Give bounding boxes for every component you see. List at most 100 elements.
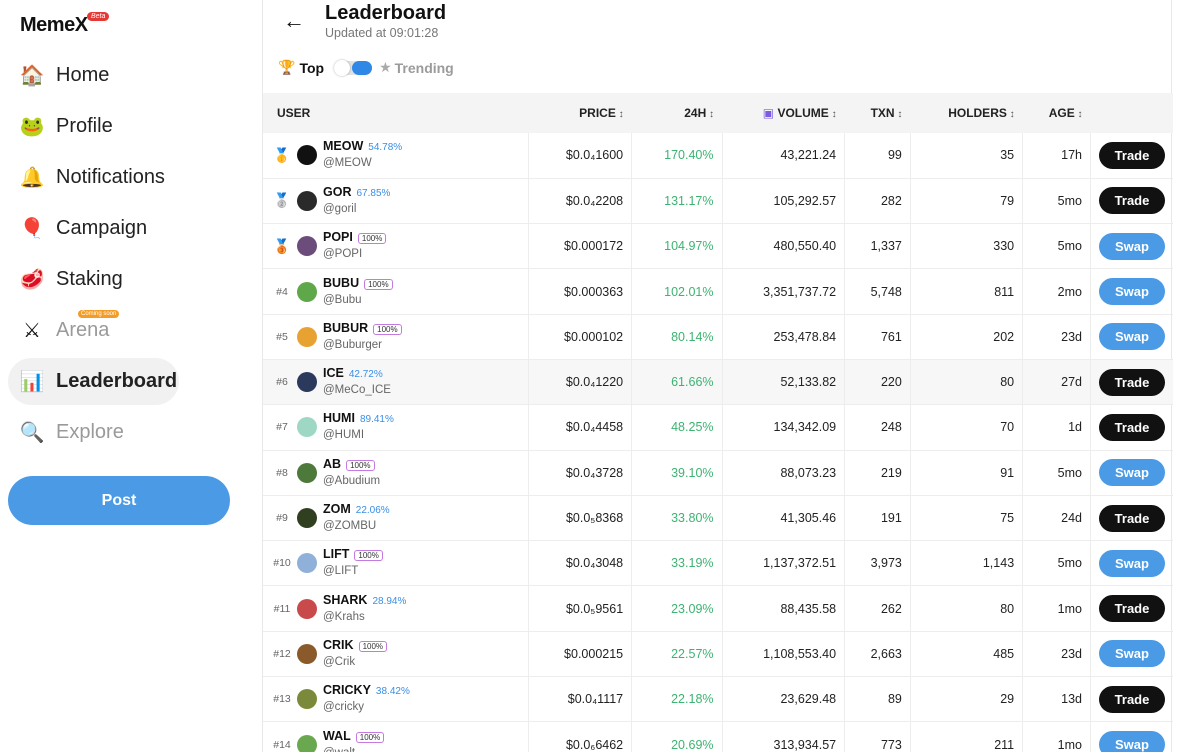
token-avatar[interactable] (297, 372, 317, 393)
token-handle[interactable]: @Abudium (323, 475, 380, 487)
token-avatar[interactable] (297, 326, 317, 347)
trade-button[interactable]: Trade (1099, 141, 1165, 169)
back-arrow-icon[interactable]: ← (283, 8, 305, 34)
token-handle[interactable]: @Krahs (323, 611, 365, 623)
post-button[interactable]: Post (8, 476, 230, 525)
token-handle[interactable]: @LIFT (323, 565, 358, 577)
trade-button[interactable]: Trade (1099, 685, 1165, 713)
token-avatar[interactable] (297, 598, 317, 619)
swap-button[interactable]: Swap (1099, 549, 1165, 577)
top-trending-switch[interactable] (334, 59, 373, 76)
sidebar-item-staking[interactable]: 🥩 Staking (8, 256, 248, 303)
column-txn[interactable]: TXN (845, 93, 911, 133)
txn-cell: 89 (844, 676, 911, 722)
trade-button[interactable]: Trade (1099, 413, 1165, 441)
token-handle[interactable]: @Buburger (323, 339, 382, 351)
token-symbol[interactable]: MEOW (323, 139, 363, 153)
token-avatar[interactable] (297, 689, 317, 710)
swap-button[interactable]: Swap (1099, 640, 1165, 668)
user-cell: #10 LIFT 100% @LIFT (263, 540, 529, 586)
token-symbol[interactable]: AB (323, 457, 341, 471)
token-handle[interactable]: @POPI (323, 248, 362, 260)
token-avatar[interactable] (297, 417, 317, 438)
swap-button[interactable]: Swap (1099, 459, 1165, 487)
token-handle[interactable]: @HUMI (323, 429, 364, 441)
token-handle[interactable]: @Bubu (323, 294, 362, 306)
action-cell: Trade (1091, 677, 1174, 722)
trade-button[interactable]: Trade (1099, 368, 1165, 396)
token-symbol[interactable]: GOR (323, 185, 351, 199)
table-row[interactable]: #12 CRIK 100% @Crik $0.000215 22.57% 1,108,553… (263, 631, 1173, 677)
table-row[interactable]: #10 LIFT 100% @LIFT $0.0₄3048 33.19% 1,137,372… (263, 540, 1173, 586)
swap-button[interactable]: Swap (1099, 232, 1165, 260)
token-symbol[interactable]: HUMI (323, 411, 355, 425)
sidebar-item-leaderboard[interactable]: 📊 Leaderboard (8, 358, 179, 405)
sidebar-item-profile[interactable]: 🐸 Profile (8, 103, 248, 150)
token-avatar[interactable] (297, 643, 317, 664)
sidebar-item-home[interactable]: 🏠 Home (8, 52, 248, 99)
txn-cell: 191 (844, 495, 911, 541)
token-avatar[interactable] (297, 734, 317, 752)
table-row[interactable]: #6 ICE 42.72% @MeCo_ICE $0.0₄1220 61.66% 52,13… (263, 359, 1173, 405)
table-row[interactable]: 🥉 POPI 100% @POPI $0.000172 104.97% 480,550.40… (263, 223, 1173, 269)
swap-button[interactable]: Swap (1099, 731, 1165, 752)
trending-label[interactable]: Trending (395, 60, 454, 76)
token-badge: 100% (364, 278, 393, 290)
table-row[interactable]: #8 AB 100% @Abudium $0.0₄3728 39.10% 88,073.23… (263, 450, 1173, 496)
token-symbol[interactable]: ICE (323, 366, 344, 380)
sidebar-item-arena[interactable]: ⚔ Arena Coming soon (8, 307, 248, 354)
trade-button[interactable]: Trade (1099, 504, 1165, 532)
token-symbol[interactable]: ZOM (323, 502, 351, 516)
column-24h[interactable]: 24H (632, 93, 722, 133)
token-avatar[interactable] (297, 145, 317, 166)
table-row[interactable]: #5 BUBUR 100% @Buburger $0.000102 80.14% 253,4… (263, 314, 1173, 360)
table-row[interactable]: #4 BUBU 100% @Bubu $0.000363 102.01% 3,351,737… (263, 268, 1173, 315)
price-cell: $0.0₄1600 (528, 133, 633, 179)
sidebar-item-explore[interactable]: 🔍 Explore (8, 409, 248, 456)
column-price[interactable]: PRICE (528, 93, 632, 133)
trade-button[interactable]: Trade (1099, 187, 1165, 215)
token-symbol[interactable]: POPI (323, 230, 353, 244)
token-symbol[interactable]: WAL (323, 729, 351, 743)
top-label[interactable]: Top (299, 60, 324, 76)
table-row[interactable]: 🥈 GOR 67.85% @goril $0.0₄2208 131.17% 105,292.… (263, 178, 1173, 224)
token-handle[interactable]: @goril (323, 203, 356, 215)
token-handle[interactable]: @MEOW (323, 157, 372, 169)
trade-button[interactable]: Trade (1099, 595, 1165, 623)
swap-button[interactable]: Swap (1099, 323, 1165, 351)
table-row[interactable]: #13 CRICKY 38.42% @cricky $0.0₄1117 22.18% 23,… (263, 676, 1174, 722)
column-holders[interactable]: HOLDERS (910, 93, 1022, 133)
trophy-icon: 🏆 (278, 59, 296, 75)
token-avatar[interactable] (297, 462, 317, 483)
table-header-row: USER PRICE 24H ▣ VOLUME TXN HOLDERS AGE (263, 93, 1173, 133)
token-avatar[interactable] (297, 553, 317, 574)
column-age[interactable]: AGE (1023, 93, 1091, 133)
memex-logo[interactable]: MemeX (20, 14, 88, 37)
holders-cell: 79 (910, 178, 1024, 224)
token-handle[interactable]: @Crik (323, 656, 355, 668)
sidebar-item-campaign[interactable]: 🎈 Campaign (8, 205, 248, 252)
token-handle[interactable]: @MeCo_ICE (323, 384, 391, 396)
token-avatar[interactable] (297, 236, 317, 257)
table-row[interactable]: #7 HUMI 89.41% @HUMI $0.0₄4458 48.25% 134,342.… (263, 404, 1173, 451)
token-handle[interactable]: @walt (323, 747, 355, 752)
table-row[interactable]: #11 SHARK 28.94% @Krahs $0.0₅9561 23.09% 88,43… (263, 585, 1173, 632)
token-handle[interactable]: @cricky (323, 701, 364, 713)
token-avatar[interactable] (297, 190, 317, 211)
updated-timestamp: Updated at 09:01:28 (325, 26, 439, 40)
token-symbol[interactable]: BUBUR (323, 321, 368, 335)
table-row[interactable]: #9 ZOM 22.06% @ZOMBU $0.0₅8368 33.80% 41,305.4… (263, 495, 1173, 541)
token-avatar[interactable] (297, 281, 317, 302)
token-handle[interactable]: @ZOMBU (323, 520, 376, 532)
token-symbol[interactable]: SHARK (323, 593, 367, 607)
table-row[interactable]: #14 WAL 100%@walt $0.0₆646220.69%313,934.57… (263, 721, 1173, 752)
table-row[interactable]: 🥇 MEOW 54.78% @MEOW $0.0₄1600 170.40% 43,221.2… (263, 133, 1173, 179)
token-symbol[interactable]: CRIK (323, 638, 354, 652)
token-symbol[interactable]: CRICKY (323, 683, 371, 697)
swap-button[interactable]: Swap (1099, 278, 1165, 306)
column-volume[interactable]: ▣ VOLUME (722, 93, 845, 133)
token-symbol[interactable]: LIFT (323, 547, 349, 561)
sidebar-item-notifications[interactable]: 🔔 Notifications (8, 154, 248, 201)
token-avatar[interactable] (297, 508, 317, 529)
token-symbol[interactable]: BUBU (323, 276, 359, 290)
